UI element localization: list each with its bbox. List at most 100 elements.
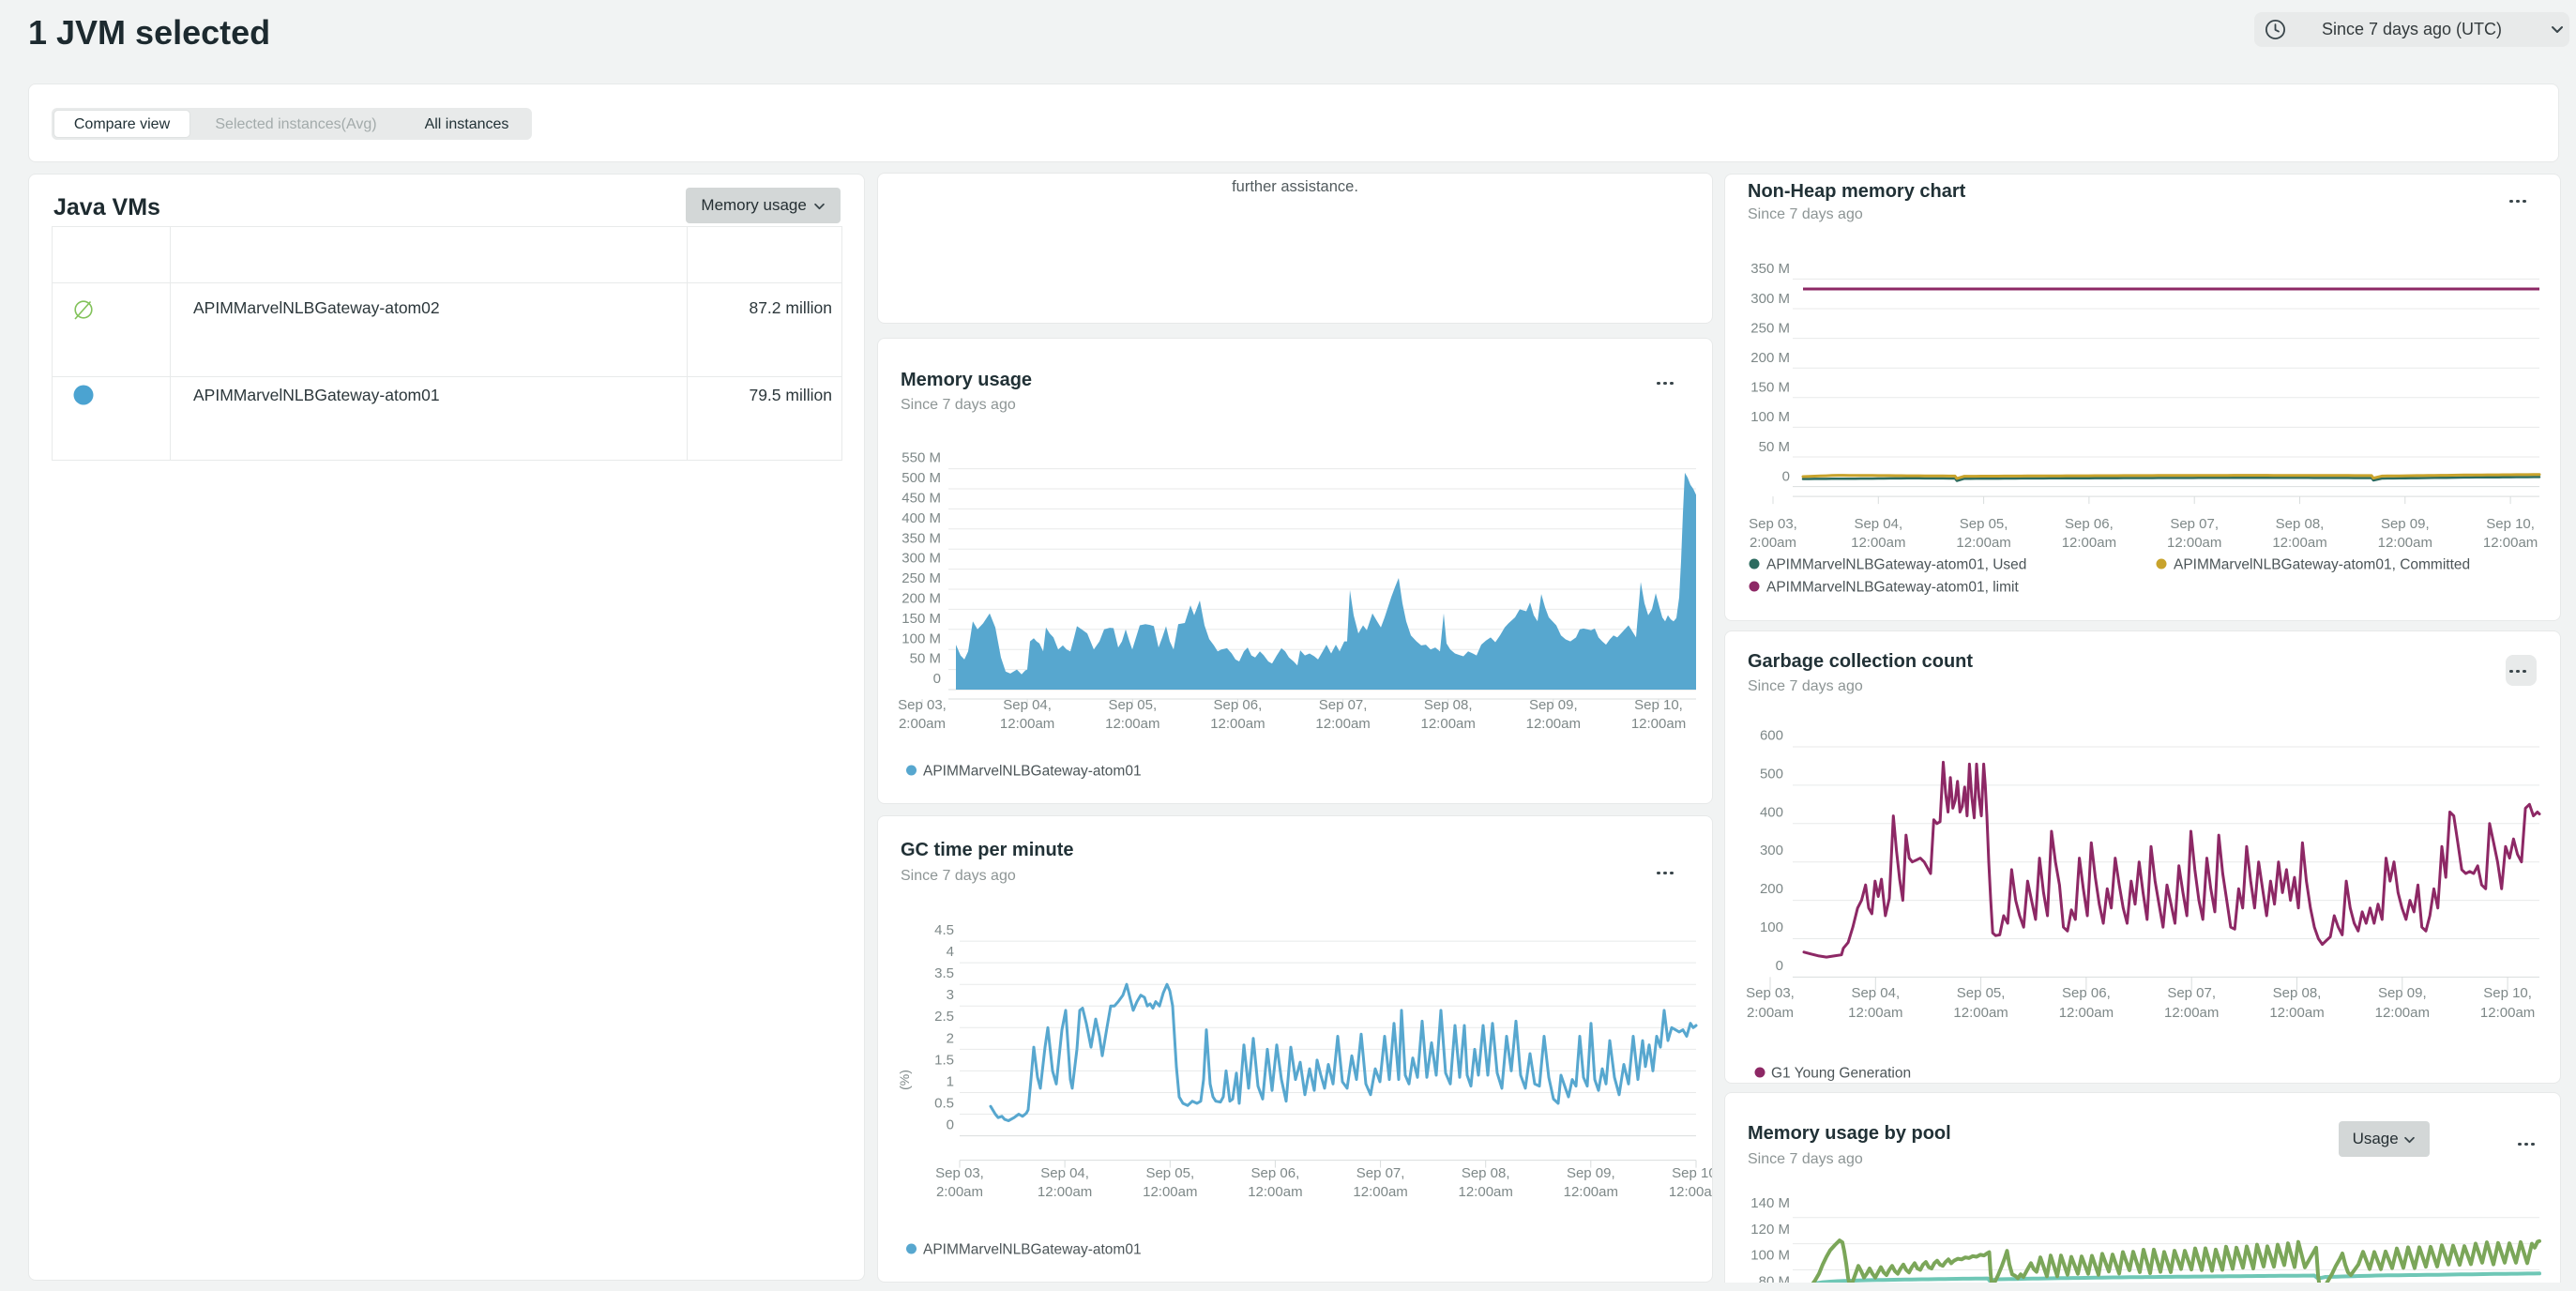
svg-text:Sep 06,: Sep 06, <box>2065 516 2114 532</box>
svg-text:APIMMarvelNLBGateway-atom01, l: APIMMarvelNLBGateway-atom01, limit <box>1766 580 2019 596</box>
svg-text:350 M: 350 M <box>902 530 941 546</box>
svg-text:Sep 10,: Sep 10, <box>1634 697 1683 713</box>
svg-text:Sep 09,: Sep 09, <box>1567 1165 1615 1181</box>
svg-text:Sep 06,: Sep 06, <box>1214 697 1263 713</box>
svg-text:120 M: 120 M <box>1750 1222 1790 1238</box>
svg-text:150 M: 150 M <box>1750 380 1790 396</box>
svg-text:400 M: 400 M <box>902 510 941 526</box>
svg-text:APIMMarvelNLBGateway-atom01: APIMMarvelNLBGateway-atom01 <box>923 1242 1142 1258</box>
svg-text:2:00am: 2:00am <box>899 716 946 732</box>
svg-text:50 M: 50 M <box>910 651 941 667</box>
svg-text:2:00am: 2:00am <box>936 1184 983 1200</box>
svg-text:Sep 03,: Sep 03, <box>1746 985 1795 1001</box>
svg-text:450 M: 450 M <box>902 491 941 507</box>
svg-text:Sep 05,: Sep 05, <box>1108 697 1157 713</box>
svg-text:APIMMarvelNLBGateway-atom01, U: APIMMarvelNLBGateway-atom01, Used <box>1766 557 2026 573</box>
svg-text:0.5: 0.5 <box>934 1095 954 1111</box>
svg-text:400: 400 <box>1760 804 1783 820</box>
svg-text:2:00am: 2:00am <box>1750 535 1796 551</box>
svg-text:12:00am: 12:00am <box>1421 716 1476 732</box>
svg-text:12:00am: 12:00am <box>1210 716 1265 732</box>
svg-text:50 M: 50 M <box>1759 439 1790 455</box>
svg-text:Sep 03,: Sep 03, <box>935 1165 984 1181</box>
svg-text:Sep 08,: Sep 08, <box>1462 1165 1510 1181</box>
svg-text:500 M: 500 M <box>902 470 941 486</box>
svg-text:12:00am: 12:00am <box>2483 535 2538 551</box>
svg-text:2:00am: 2:00am <box>1747 1005 1794 1021</box>
svg-text:12:00am: 12:00am <box>2059 1005 2114 1021</box>
svg-text:Sep 10,: Sep 10, <box>2483 985 2532 1001</box>
svg-text:Sep 07,: Sep 07, <box>1319 697 1368 713</box>
svg-text:300 M: 300 M <box>902 551 941 567</box>
svg-text:200 M: 200 M <box>1750 350 1790 366</box>
svg-text:Sep 09,: Sep 09, <box>2381 516 2430 532</box>
svg-text:12:00am: 12:00am <box>1848 1005 1902 1021</box>
svg-text:200: 200 <box>1760 881 1783 897</box>
svg-text:500: 500 <box>1760 766 1783 782</box>
svg-text:12:00am: 12:00am <box>1038 1184 1092 1200</box>
svg-text:Sep 04,: Sep 04, <box>1040 1165 1089 1181</box>
svg-text:12:00am: 12:00am <box>2480 1005 2535 1021</box>
svg-text:100 M: 100 M <box>1750 1248 1790 1264</box>
svg-text:Sep 03,: Sep 03, <box>1749 516 1797 532</box>
svg-text:350 M: 350 M <box>1750 261 1790 277</box>
svg-text:3.5: 3.5 <box>934 965 954 981</box>
svg-text:4: 4 <box>947 944 954 960</box>
svg-text:1.5: 1.5 <box>934 1052 954 1068</box>
svg-text:12:00am: 12:00am <box>1953 1005 2008 1021</box>
svg-text:12:00am: 12:00am <box>1631 716 1686 732</box>
svg-text:150 M: 150 M <box>902 611 941 627</box>
svg-text:300 M: 300 M <box>1750 291 1790 307</box>
svg-text:Sep 08,: Sep 08, <box>2276 516 2325 532</box>
svg-text:12:00am: 12:00am <box>2062 535 2116 551</box>
svg-text:APIMMarvelNLBGateway-atom01: APIMMarvelNLBGateway-atom01 <box>193 386 440 404</box>
svg-text:Sep 07,: Sep 07, <box>2170 516 2219 532</box>
svg-text:Sep 04,: Sep 04, <box>1854 516 1902 532</box>
svg-text:Sep 05,: Sep 05, <box>1145 1165 1194 1181</box>
svg-text:2.5: 2.5 <box>934 1009 954 1025</box>
svg-text:12:00am: 12:00am <box>1105 716 1159 732</box>
svg-text:300: 300 <box>1760 843 1783 858</box>
svg-text:0: 0 <box>947 1117 954 1133</box>
svg-text:Sep 10,: Sep 10, <box>1672 1165 1713 1181</box>
svg-text:12:00am: 12:00am <box>2378 535 2432 551</box>
svg-text:12:00am: 12:00am <box>1315 716 1370 732</box>
svg-text:12:00am: 12:00am <box>1956 535 2010 551</box>
svg-text:12:00am: 12:00am <box>2375 1005 2430 1021</box>
svg-text:12:00am: 12:00am <box>1459 1184 1513 1200</box>
svg-text:Sep 09,: Sep 09, <box>1529 697 1578 713</box>
svg-text:0: 0 <box>1782 468 1790 484</box>
svg-text:12:00am: 12:00am <box>1000 716 1054 732</box>
svg-text:12:00am: 12:00am <box>2164 1005 2219 1021</box>
svg-text:100 M: 100 M <box>902 630 941 646</box>
svg-text:Sep 04,: Sep 04, <box>1003 697 1052 713</box>
svg-text:12:00am: 12:00am <box>1669 1184 1713 1200</box>
svg-text:79.5 million: 79.5 million <box>749 386 832 404</box>
svg-text:600: 600 <box>1760 728 1783 744</box>
svg-text:100: 100 <box>1760 919 1783 935</box>
svg-text:2: 2 <box>947 1030 954 1046</box>
svg-text:80 M: 80 M <box>1759 1274 1790 1283</box>
svg-text:Sep 07,: Sep 07, <box>1356 1165 1405 1181</box>
svg-text:Sep 09,: Sep 09, <box>2378 985 2427 1001</box>
svg-text:Sep 03,: Sep 03, <box>898 697 947 713</box>
svg-text:12:00am: 12:00am <box>1143 1184 1197 1200</box>
svg-text:12:00am: 12:00am <box>1851 535 1905 551</box>
svg-text:200 M: 200 M <box>902 591 941 607</box>
svg-text:550 M: 550 M <box>902 450 941 466</box>
svg-text:APIMMarvelNLBGateway-atom02: APIMMarvelNLBGateway-atom02 <box>193 298 440 317</box>
svg-text:(%): (%) <box>897 1070 912 1090</box>
svg-text:12:00am: 12:00am <box>1353 1184 1407 1200</box>
svg-text:Sep 07,: Sep 07, <box>2167 985 2216 1001</box>
svg-text:0: 0 <box>933 671 941 687</box>
svg-text:Sep 04,: Sep 04, <box>1851 985 1900 1001</box>
svg-text:1: 1 <box>947 1073 954 1089</box>
svg-text:0: 0 <box>1776 958 1783 974</box>
svg-text:Sep 10,: Sep 10, <box>2486 516 2535 532</box>
svg-text:Sep 08,: Sep 08, <box>1424 697 1473 713</box>
svg-text:250 M: 250 M <box>1750 320 1790 336</box>
svg-text:APIMMarvelNLBGateway-atom01: APIMMarvelNLBGateway-atom01 <box>923 764 1142 780</box>
svg-text:12:00am: 12:00am <box>1526 716 1581 732</box>
svg-text:12:00am: 12:00am <box>2269 1005 2324 1021</box>
svg-text:12:00am: 12:00am <box>1248 1184 1302 1200</box>
